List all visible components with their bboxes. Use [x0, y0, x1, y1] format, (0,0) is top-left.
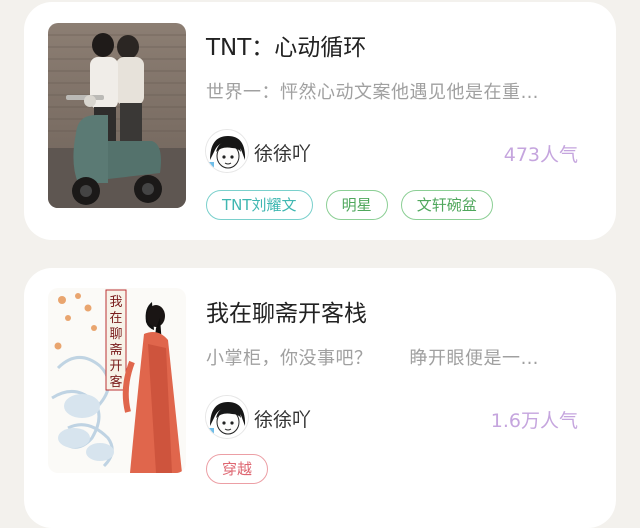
- book-card[interactable]: 我 在 聊 斋 开 客 我在聊斋开客栈 小掌柜，你没事吧？ 睁开眼便是一… 徐徐…: [24, 268, 616, 528]
- author-name[interactable]: 徐徐吖: [254, 405, 311, 432]
- popularity-count: 1.6万人气: [490, 410, 578, 432]
- cartoon-avatar-icon: [206, 130, 248, 172]
- book-cover-image[interactable]: 我 在 聊 斋 开 客: [48, 288, 186, 473]
- svg-text:斋: 斋: [109, 342, 122, 358]
- author-row: 徐徐吖 473人气: [206, 130, 584, 174]
- book-excerpt: 世界一：怦然心动文案他遇见他是在重…: [206, 82, 539, 103]
- author-avatar[interactable]: [206, 130, 248, 172]
- book-excerpt: 小掌柜，你没事吧？ 睁开眼便是一…: [206, 348, 539, 369]
- book-cover-image[interactable]: [48, 23, 186, 208]
- tag-list: 穿越: [206, 454, 276, 484]
- tag[interactable]: TNT刘耀文: [206, 190, 313, 220]
- svg-text:客: 客: [109, 374, 122, 390]
- book-title[interactable]: TNT：心动循环: [206, 28, 366, 62]
- cartoon-avatar-icon: [206, 396, 248, 438]
- svg-text:在: 在: [109, 311, 122, 326]
- scooter-photo-icon: [48, 23, 186, 208]
- author-avatar[interactable]: [206, 396, 248, 438]
- fox-spirit-illustration-icon: 我 在 聊 斋 开 客: [48, 288, 186, 473]
- book-title[interactable]: 我在聊斋开客栈: [206, 294, 367, 328]
- svg-text:我: 我: [109, 295, 122, 310]
- tag-list: TNT刘耀文 明星 文轩碗盆: [206, 190, 501, 220]
- author-name[interactable]: 徐徐吖: [254, 139, 311, 166]
- svg-text:开: 开: [109, 359, 122, 374]
- author-row: 徐徐吖 1.6万人气: [206, 396, 584, 440]
- tag[interactable]: 穿越: [206, 454, 269, 484]
- popularity-count: 473人气: [503, 144, 578, 166]
- svg-text:聊: 聊: [109, 327, 122, 342]
- tag[interactable]: 明星: [325, 190, 388, 220]
- book-card[interactable]: TNT：心动循环 世界一：怦然心动文案他遇见他是在重… 徐徐吖 473人气 TN…: [24, 2, 616, 240]
- tag[interactable]: 文轩碗盆: [400, 190, 493, 220]
